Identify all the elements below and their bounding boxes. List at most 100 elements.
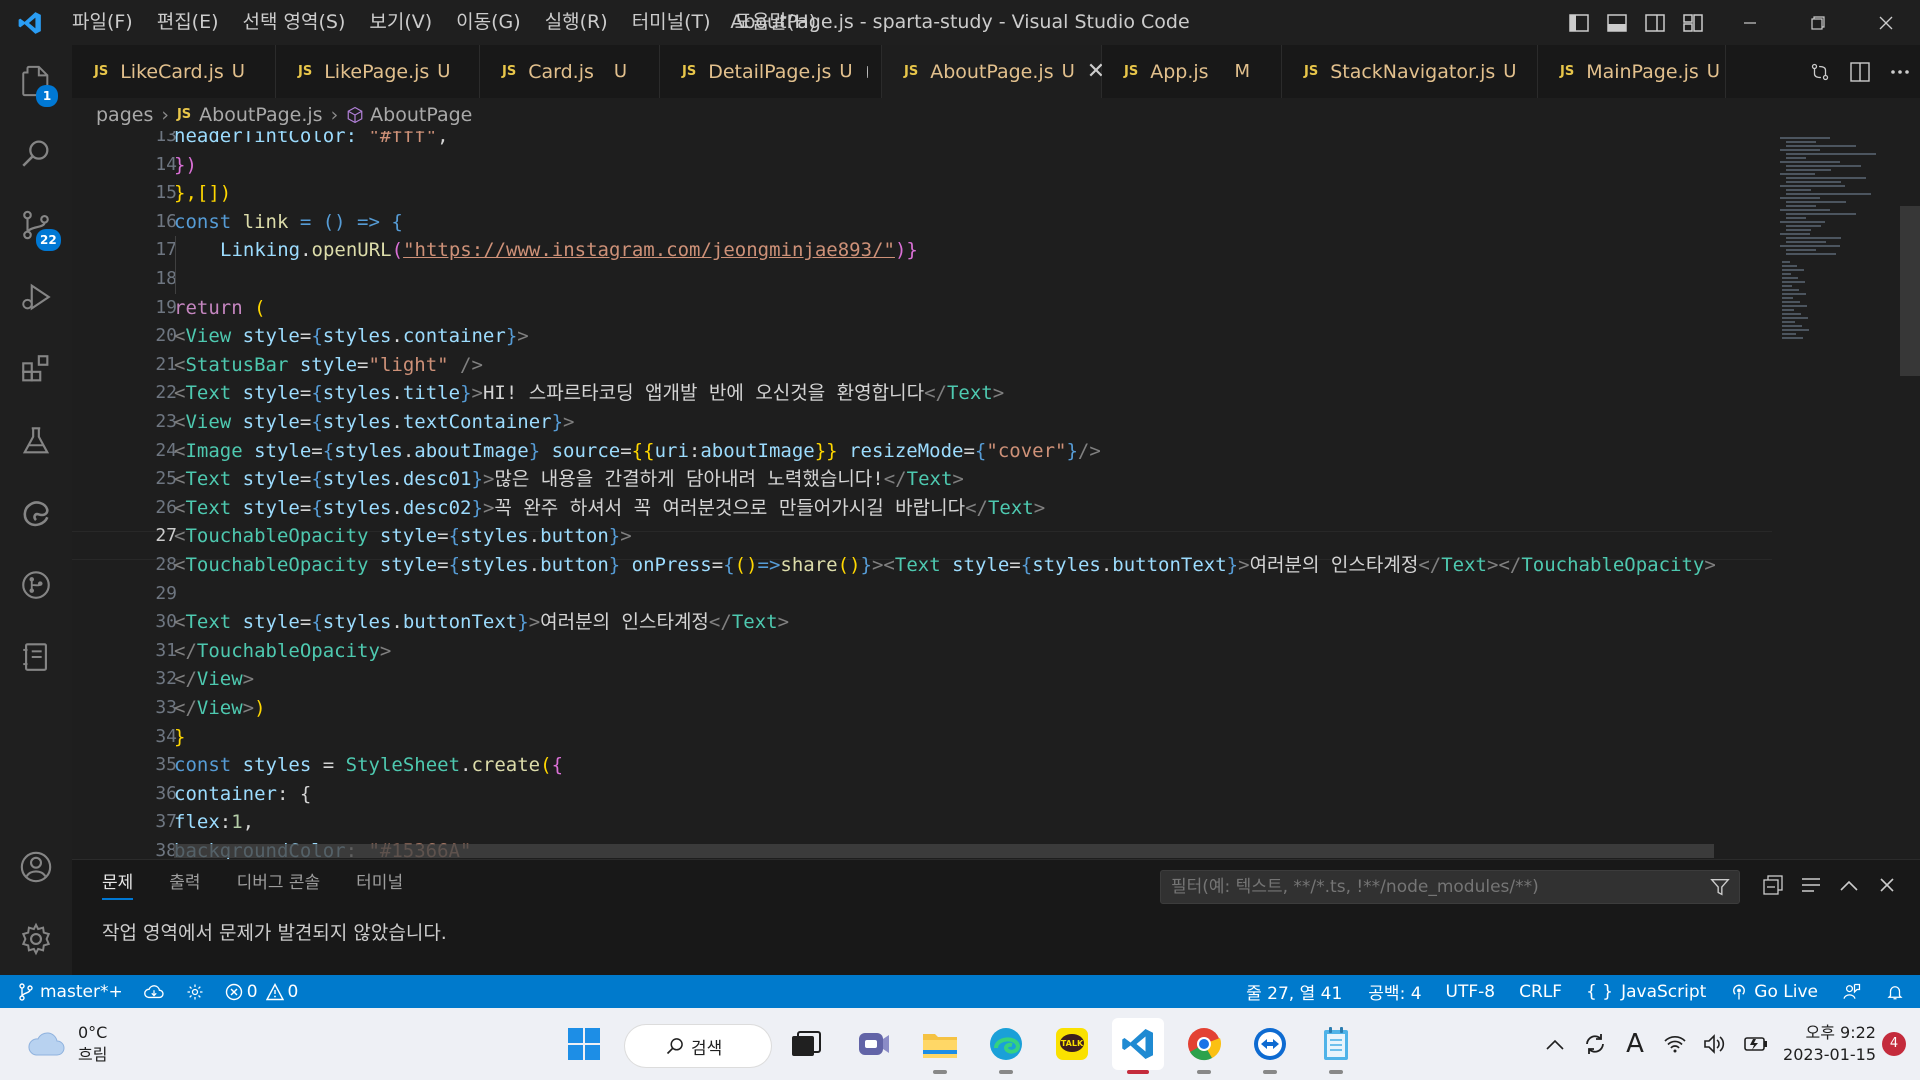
code-line[interactable]: <StatusBar style="light" /> (174, 351, 483, 380)
code-line[interactable]: return ( (174, 294, 266, 323)
tab-detailpage[interactable]: JS DetailPage.js U (660, 45, 882, 98)
tab-app[interactable]: JS App.js M (1102, 45, 1282, 98)
problems-status[interactable]: 0 0 (215, 975, 309, 1008)
vertical-scrollbar[interactable] (1900, 131, 1920, 859)
chrome-icon[interactable] (1178, 1018, 1230, 1074)
source-control-icon[interactable]: 22 (0, 189, 72, 261)
tab-likepage[interactable]: JS LikePage.js U (276, 45, 480, 98)
task-view-icon[interactable] (780, 1018, 832, 1070)
accounts-icon[interactable] (0, 831, 72, 903)
code-line[interactable]: const link = () => { (174, 208, 403, 237)
code-line[interactable]: const styles = StyleSheet.create({ (174, 751, 563, 780)
notebook-icon[interactable] (0, 621, 72, 693)
code-line[interactable]: <Text style={styles.title}>HI! 스파르타코딩 앱개… (174, 379, 1004, 408)
wifi-icon[interactable] (1655, 1008, 1695, 1080)
panel-tab-problems[interactable]: 문제 (102, 860, 134, 906)
vertical-scrollbar-thumb[interactable] (1900, 206, 1920, 376)
breadcrumb-symbol[interactable]: AboutPage (370, 104, 472, 126)
code-line[interactable]: <Text style={styles.desc01}>많은 내용을 간결하게 … (174, 465, 964, 494)
minimize-icon[interactable] (1716, 0, 1784, 45)
close-panel-icon[interactable] (1868, 868, 1906, 902)
code-line[interactable]: </View>) (174, 694, 266, 723)
menu-file[interactable]: 파일(F) (60, 0, 145, 45)
cursor-position[interactable]: 줄 27, 열 41 (1232, 975, 1356, 1008)
code-line[interactable]: </TouchableOpacity> (174, 637, 391, 666)
run-debug-icon[interactable] (0, 261, 72, 333)
vscode-taskbar-icon[interactable] (1112, 1018, 1164, 1074)
menu-help[interactable]: 도움말(H) (723, 0, 829, 45)
line-ending[interactable]: CRLF (1507, 975, 1574, 1008)
code-editor[interactable]: 13 14 15 16 17 18 19 20 21 22 23 24 25 26 27 28 29 30 31 32… (72, 131, 1920, 859)
volume-icon[interactable] (1695, 1008, 1735, 1080)
code-line[interactable]: <Text style={styles.buttonText}>여러분의 인스타… (174, 608, 789, 637)
code-line[interactable]: }) (174, 151, 197, 180)
panel-tab-terminal[interactable]: 터미널 (356, 860, 403, 906)
toggle-primary-sidebar-icon[interactable] (1564, 0, 1594, 45)
indentation[interactable]: 공백: 4 (1356, 975, 1433, 1008)
customize-layout-icon[interactable] (1678, 0, 1708, 45)
show-hidden-icons-chevron-icon[interactable] (1535, 1008, 1575, 1080)
code-line[interactable]: <TouchableOpacity style={styles.button}> (174, 522, 632, 551)
teams-chat-icon[interactable] (848, 1018, 900, 1070)
tab-aboutpage[interactable]: JS AboutPage.js U ✕ (882, 45, 1105, 98)
split-editor-icon[interactable] (1840, 45, 1880, 98)
collapse-all-icon[interactable] (1754, 868, 1792, 902)
menu-selection[interactable]: 선택 영역(S) (231, 0, 358, 45)
view-as-list-icon[interactable] (1792, 868, 1830, 902)
code-line[interactable]: <Image style={styles.aboutImage} source=… (174, 437, 1101, 466)
maximize-panel-icon[interactable] (1830, 868, 1868, 902)
feedback-icon[interactable] (1830, 975, 1874, 1008)
edge-devtools-icon[interactable] (0, 477, 72, 549)
clock[interactable]: 오후 9:22 2023-01-15 (1783, 1022, 1876, 1066)
panel-tab-output[interactable]: 출력 (169, 860, 200, 906)
code-line[interactable]: <View style={styles.container}> (174, 322, 529, 351)
problems-filter-input[interactable] (1171, 877, 1691, 897)
menu-view[interactable]: 보기(V) (357, 0, 444, 45)
code-line[interactable]: } (174, 723, 185, 752)
sync-cloud-icon[interactable] (133, 975, 175, 1008)
taskbar-search[interactable]: 검색 (625, 1025, 771, 1067)
more-actions-icon[interactable] (1880, 45, 1920, 98)
breadcrumb-file[interactable]: AboutPage.js (199, 104, 322, 126)
code-line[interactable]: </View> (174, 665, 254, 694)
teamviewer-icon[interactable] (1244, 1018, 1296, 1074)
explorer-icon[interactable]: 1 (0, 45, 72, 117)
file-explorer-icon[interactable] (914, 1018, 966, 1074)
breadcrumb-folder[interactable]: pages (96, 104, 153, 126)
filter-icon[interactable] (1709, 876, 1731, 903)
tab-card[interactable]: JS Card.js U (480, 45, 660, 98)
notepad-icon[interactable] (1310, 1018, 1362, 1074)
panel-tab-debug-console[interactable]: 디버그 콘솔 (237, 860, 321, 906)
search-icon[interactable] (0, 117, 72, 189)
tab-likecard[interactable]: JS LikeCard.js U (72, 45, 276, 98)
code-line[interactable]: <TouchableOpacity style={styles.button} … (174, 551, 1716, 580)
menu-terminal[interactable]: 터미널(T) (620, 0, 723, 45)
menu-edit[interactable]: 편집(E) (145, 0, 231, 45)
code-lines[interactable]: headerTintColor: "#fff",})},[]) const lin… (174, 131, 1854, 859)
minimap[interactable] (1780, 131, 1898, 859)
notifications-bell-icon[interactable] (1874, 975, 1920, 1008)
tab-stacknavigator[interactable]: JS StackNavigator.js U (1282, 45, 1538, 98)
code-line[interactable]: headerTintColor: "#fff", (174, 131, 449, 151)
code-line[interactable]: container: { (174, 780, 311, 809)
code-line[interactable]: <View style={styles.textContainer}> (174, 408, 574, 437)
git-graph-icon[interactable] (0, 549, 72, 621)
code-line[interactable]: Linking.openURL("https://www.instagram.c… (175, 236, 918, 294)
branch-status[interactable]: master*+ (0, 975, 133, 1008)
toggle-panel-icon[interactable] (1602, 0, 1632, 45)
close-window-icon[interactable] (1852, 0, 1920, 45)
debug-config-icon[interactable] (175, 975, 215, 1008)
code-line[interactable]: <Text style={styles.desc02}>꼭 완주 하셔서 꼭 여… (174, 494, 1045, 523)
tab-mainpage[interactable]: JS MainPage.js U (1538, 45, 1726, 98)
battery-icon[interactable] (1735, 1008, 1775, 1080)
menu-run[interactable]: 실행(R) (533, 0, 620, 45)
code-line[interactable]: },[]) (174, 179, 231, 208)
go-live-button[interactable]: Go Live (1718, 975, 1830, 1008)
encoding[interactable]: UTF-8 (1434, 975, 1508, 1008)
start-button-icon[interactable] (558, 1018, 610, 1070)
weather-widget[interactable]: 0°C 흐림 (26, 1022, 107, 1066)
ime-indicator[interactable]: A (1615, 1008, 1655, 1080)
settings-gear-icon[interactable] (0, 903, 72, 975)
notification-center-badge[interactable]: 4 (1882, 1032, 1906, 1056)
sync-icon[interactable] (1575, 1008, 1615, 1080)
